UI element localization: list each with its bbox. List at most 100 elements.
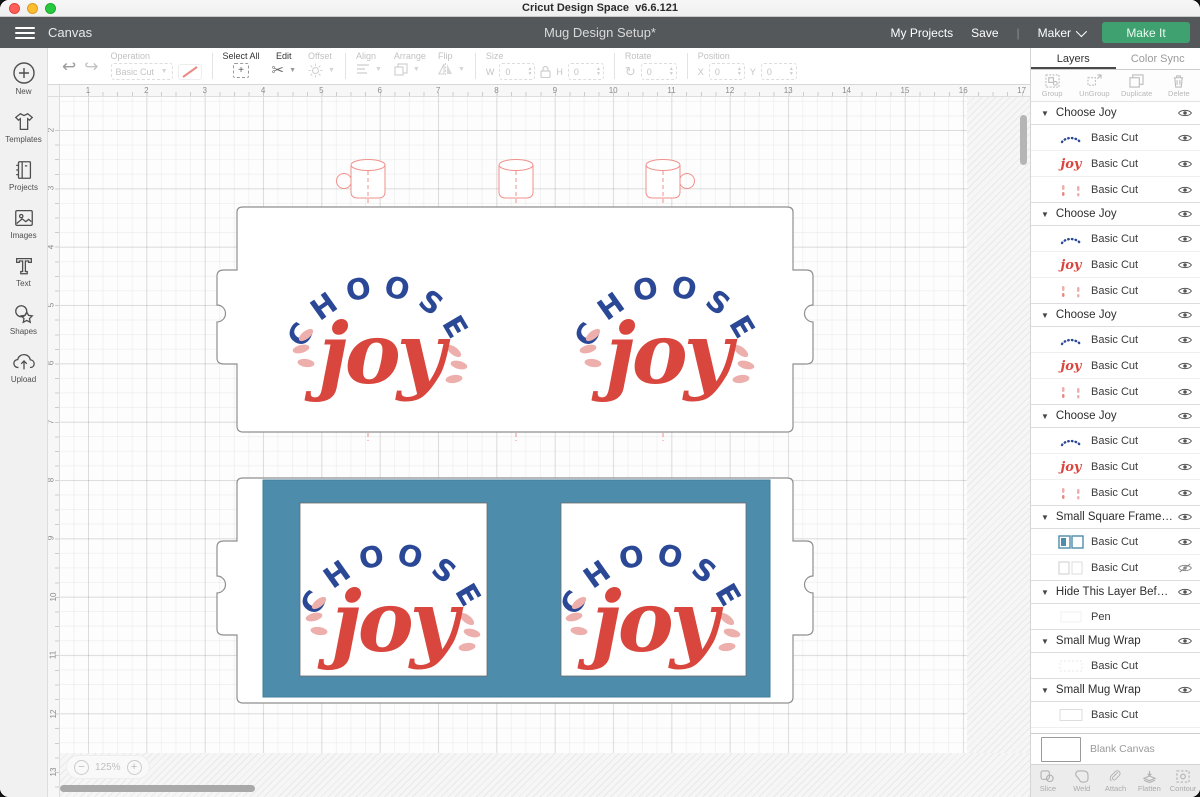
layer-row[interactable]: Basic Cut xyxy=(1031,555,1200,581)
sidebar-item-templates[interactable]: Templates xyxy=(0,108,47,147)
make-it-button[interactable]: Make It xyxy=(1102,22,1190,43)
layer-row[interactable]: Basic Cut xyxy=(1031,177,1200,203)
eye-icon[interactable] xyxy=(1178,636,1192,646)
color-swatch[interactable] xyxy=(178,64,202,80)
position-x-input[interactable]: 0▲▼ xyxy=(709,63,745,80)
caret-down-icon[interactable]: ▼ xyxy=(1041,588,1049,597)
layer-group-row[interactable]: ▼Choose Joy xyxy=(1031,202,1200,226)
eye-icon[interactable] xyxy=(1178,260,1192,270)
align-icon[interactable] xyxy=(356,63,370,75)
sidebar-item-images[interactable]: Images xyxy=(0,204,47,243)
zoom-in-button[interactable]: + xyxy=(127,760,142,775)
eye-icon[interactable] xyxy=(1178,488,1192,498)
sidebar-item-text[interactable]: Text xyxy=(0,252,47,291)
layer-row[interactable]: joyBasic Cut xyxy=(1031,353,1200,379)
eye-icon[interactable] xyxy=(1178,286,1192,296)
eye-icon[interactable] xyxy=(1178,411,1192,421)
close-button[interactable] xyxy=(9,3,20,14)
caret-down-icon[interactable]: ▼ xyxy=(1041,412,1049,421)
contour-button[interactable]: Contour xyxy=(1166,765,1200,797)
layer-row[interactable]: Basic Cut xyxy=(1031,327,1200,353)
caret-down-icon[interactable]: ▼ xyxy=(1041,513,1049,522)
layer-group-row[interactable]: ▼Small Square Frame Mug D... xyxy=(1031,505,1200,529)
sidebar-item-upload[interactable]: Upload xyxy=(0,348,47,387)
ungroup-button[interactable]: UnGroup xyxy=(1073,70,1115,101)
layer-row[interactable]: joyBasic Cut xyxy=(1031,252,1200,278)
vertical-scrollbar[interactable] xyxy=(1020,115,1027,165)
hamburger-menu-icon[interactable] xyxy=(15,24,35,42)
sidebar-item-new[interactable]: New xyxy=(0,58,47,99)
arrange-icon[interactable] xyxy=(394,63,408,76)
layer-group-row[interactable]: ▼Small Mug Wrap xyxy=(1031,629,1200,653)
attach-button[interactable]: Attach xyxy=(1099,765,1133,797)
caret-down-icon[interactable]: ▼ xyxy=(1041,637,1049,646)
layer-row[interactable]: Basic Cut xyxy=(1031,226,1200,252)
layer-row[interactable]: Basic Cut xyxy=(1031,653,1200,679)
horizontal-scrollbar[interactable] xyxy=(60,785,255,792)
offset-icon[interactable] xyxy=(308,63,323,78)
mug-wrap-bottom[interactable] xyxy=(217,478,813,703)
eye-icon[interactable] xyxy=(1178,512,1192,522)
eye-icon[interactable] xyxy=(1178,335,1192,345)
layer-row[interactable]: Basic Cut xyxy=(1031,125,1200,151)
eye-icon[interactable] xyxy=(1178,436,1192,446)
layer-group-row[interactable]: ▼Choose Joy xyxy=(1031,102,1200,125)
minimize-button[interactable] xyxy=(27,3,38,14)
layer-row[interactable]: joyBasic Cut xyxy=(1031,151,1200,177)
blank-canvas-row[interactable]: Blank Canvas xyxy=(1031,733,1200,764)
layer-row[interactable]: Basic Cut xyxy=(1031,480,1200,506)
undo-icon[interactable]: ↩ xyxy=(62,58,76,75)
eye-off-icon[interactable] xyxy=(1178,563,1192,573)
select-all-button[interactable]: + xyxy=(233,63,249,78)
layer-row[interactable]: joyBasic Cut xyxy=(1031,454,1200,480)
eye-icon[interactable] xyxy=(1178,361,1192,371)
eye-icon[interactable] xyxy=(1178,685,1192,695)
sidebar-item-projects[interactable]: Projects xyxy=(0,156,47,195)
canvas-area[interactable]: 1234567891011121314151617 23456789101112… xyxy=(48,85,1030,797)
lock-icon[interactable] xyxy=(540,65,551,78)
eye-icon[interactable] xyxy=(1178,209,1192,219)
duplicate-button[interactable]: Duplicate xyxy=(1116,70,1158,101)
rotate-input[interactable]: 0▲▼ xyxy=(641,63,677,80)
layer-row[interactable]: Basic Cut xyxy=(1031,379,1200,405)
eye-icon[interactable] xyxy=(1178,310,1192,320)
canvas-menu-label[interactable]: Canvas xyxy=(48,25,92,40)
maximize-button[interactable] xyxy=(45,3,56,14)
edit-caret-icon[interactable]: ▼ xyxy=(289,67,296,74)
flatten-button[interactable]: Flatten xyxy=(1132,765,1166,797)
tab-layers[interactable]: Layers xyxy=(1031,48,1116,69)
layer-row[interactable]: Pen xyxy=(1031,604,1200,630)
layer-group-row[interactable]: ▼Small Mug Wrap xyxy=(1031,678,1200,702)
width-input[interactable]: 0▲▼ xyxy=(499,63,535,80)
layer-row[interactable]: Basic Cut xyxy=(1031,529,1200,555)
eye-icon[interactable] xyxy=(1178,108,1192,118)
eye-icon[interactable] xyxy=(1178,387,1192,397)
eye-icon[interactable] xyxy=(1178,537,1192,547)
eye-icon[interactable] xyxy=(1178,159,1192,169)
slice-button[interactable]: Slice xyxy=(1031,765,1065,797)
delete-button[interactable]: Delete xyxy=(1158,70,1200,101)
layer-group-row[interactable]: ▼Choose Joy xyxy=(1031,404,1200,428)
eye-icon[interactable] xyxy=(1178,133,1192,143)
height-input[interactable]: 0▲▼ xyxy=(568,63,604,80)
operation-select[interactable]: Basic Cut▼ xyxy=(111,63,173,80)
layer-row[interactable]: Basic Cut xyxy=(1031,702,1200,728)
layer-row[interactable]: Basic Cut xyxy=(1031,278,1200,304)
scissors-icon[interactable]: ✂ xyxy=(272,63,285,78)
group-button[interactable]: Group xyxy=(1031,70,1073,101)
caret-down-icon[interactable]: ▼ xyxy=(1041,311,1049,320)
caret-down-icon[interactable]: ▼ xyxy=(1041,109,1049,118)
mug-wrap-top[interactable] xyxy=(217,207,813,432)
layer-group-row[interactable]: ▼Choose Joy xyxy=(1031,303,1200,327)
machine-selector[interactable]: Maker xyxy=(1038,26,1084,40)
save-link[interactable]: Save xyxy=(971,26,998,40)
caret-down-icon[interactable]: ▼ xyxy=(1041,686,1049,695)
flip-icon[interactable] xyxy=(438,63,453,75)
my-projects-link[interactable]: My Projects xyxy=(890,26,953,40)
caret-down-icon[interactable]: ▼ xyxy=(1041,210,1049,219)
tab-color-sync[interactable]: Color Sync xyxy=(1116,48,1200,69)
eye-icon[interactable] xyxy=(1178,587,1192,597)
eye-icon[interactable] xyxy=(1178,234,1192,244)
position-y-input[interactable]: 0▲▼ xyxy=(761,63,797,80)
zoom-out-button[interactable]: − xyxy=(74,760,89,775)
